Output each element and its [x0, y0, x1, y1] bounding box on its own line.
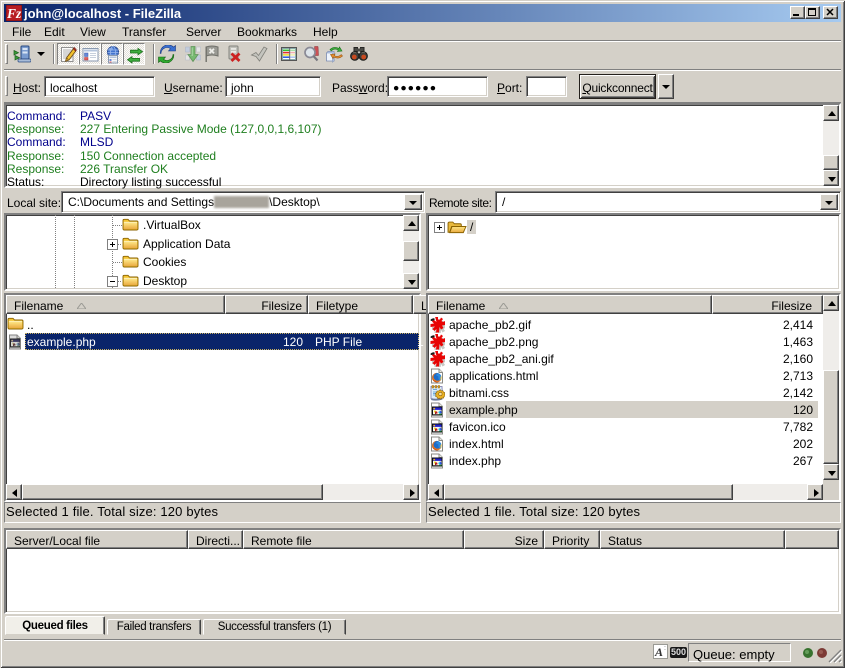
svg-text:Fz: Fz [6, 6, 22, 21]
